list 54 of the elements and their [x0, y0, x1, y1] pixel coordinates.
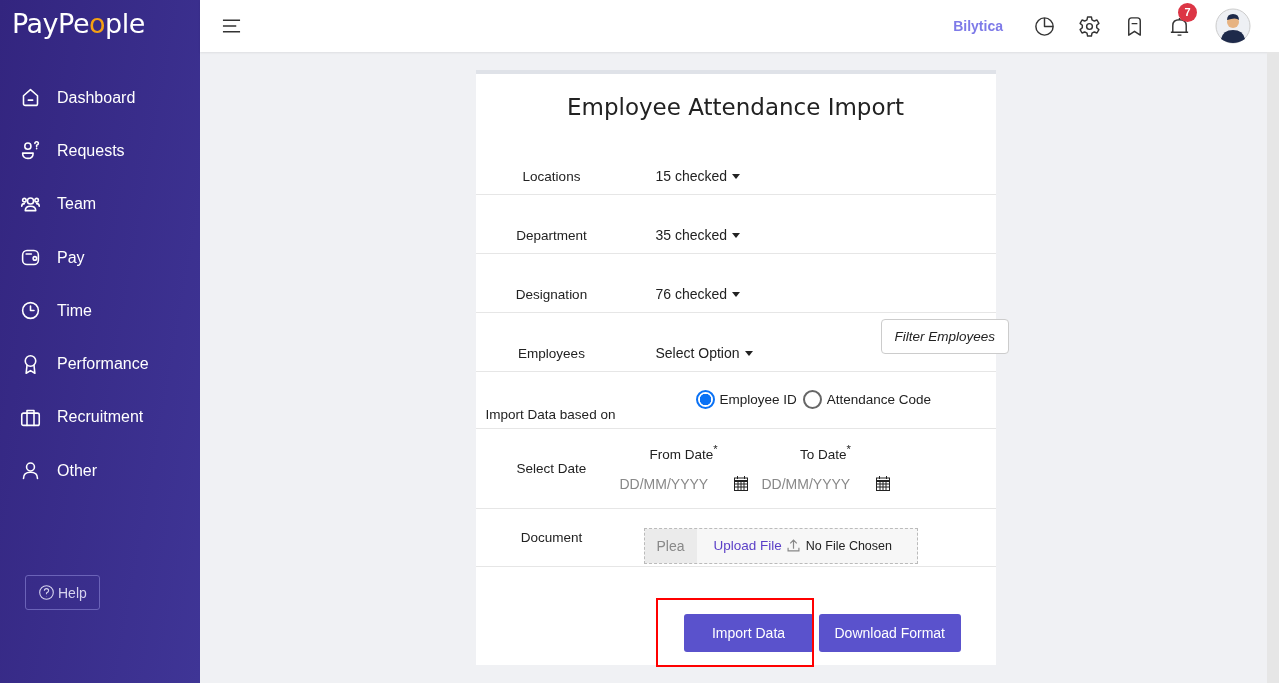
- dropdown[interactable]: Select Option: [655, 345, 753, 361]
- radio-button[interactable]: [802, 389, 822, 409]
- caret-icon: [732, 173, 741, 179]
- avatar-icon[interactable]: [1215, 8, 1251, 44]
- date-label: To Date$^{*}$: [800, 443, 851, 462]
- radio-label: Attendance Code: [826, 391, 932, 407]
- notification-badge: 7: [1178, 2, 1197, 22]
- sidebar-item[interactable]: Other: [0, 444, 97, 498]
- brand-link[interactable]: Bilytica: [953, 18, 1003, 34]
- form-title: Employee Attendance Import: [566, 94, 905, 120]
- sidebar-item[interactable]: Dashboard: [0, 71, 136, 125]
- caret-icon: [732, 291, 741, 297]
- sidebar-item[interactable]: Requests: [0, 124, 125, 178]
- action-button[interactable]: Import Data: [683, 614, 814, 652]
- dropdown[interactable]: 15 checked: [655, 168, 741, 184]
- field-label: Department: [515, 228, 588, 243]
- caret-icon: [744, 350, 753, 356]
- person-icon: [20, 460, 41, 482]
- pie-chart-icon[interactable]: [1033, 14, 1056, 38]
- sidebar-item[interactable]: Time: [0, 284, 92, 338]
- sidebar-item[interactable]: Pay: [0, 230, 85, 285]
- upload-file-link[interactable]: Upload File: [713, 538, 782, 553]
- file-upload-field[interactable]: Plea Upload File No File Chosen: [643, 527, 918, 564]
- radio-button[interactable]: [695, 389, 715, 409]
- sidebar-item[interactable]: Performance: [0, 337, 149, 391]
- field-label: Locations: [521, 169, 582, 184]
- action-button[interactable]: Download Format: [818, 614, 961, 652]
- person-question-icon: [20, 140, 41, 162]
- date-label: From Date$^{*}$: [649, 443, 718, 462]
- clock-icon: [20, 300, 41, 322]
- dropdown[interactable]: 76 checked: [655, 286, 741, 302]
- calendar-icon: [733, 476, 748, 492]
- settings-icon[interactable]: [1078, 14, 1101, 38]
- field-label: Import Data based on: [484, 407, 617, 422]
- question-icon: [38, 584, 55, 602]
- upload-icon: [786, 539, 800, 552]
- field-label: Designation: [514, 287, 589, 302]
- field-label: Select Date: [515, 461, 588, 476]
- field-label: Employees: [517, 346, 586, 361]
- scrollbar[interactable]: [1267, 52, 1279, 683]
- menu-icon[interactable]: [222, 19, 241, 33]
- help-button[interactable]: Help: [25, 575, 100, 611]
- sidebar-item[interactable]: Team: [0, 177, 97, 231]
- caret-icon: [732, 232, 741, 238]
- radio-label: Employee ID: [719, 391, 797, 407]
- file-name-placeholder: Plea: [644, 528, 697, 563]
- sidebar-item[interactable]: Recruitment: [0, 390, 144, 445]
- house-icon: [20, 87, 41, 109]
- dropdown[interactable]: 35 checked: [655, 227, 741, 243]
- file-status: No File Chosen: [805, 538, 892, 553]
- filter-button[interactable]: Filter Employees: [880, 319, 1010, 354]
- calendar-icon: [875, 476, 890, 492]
- field-label: Document: [519, 530, 584, 545]
- logo: PayPeople: [11, 7, 145, 39]
